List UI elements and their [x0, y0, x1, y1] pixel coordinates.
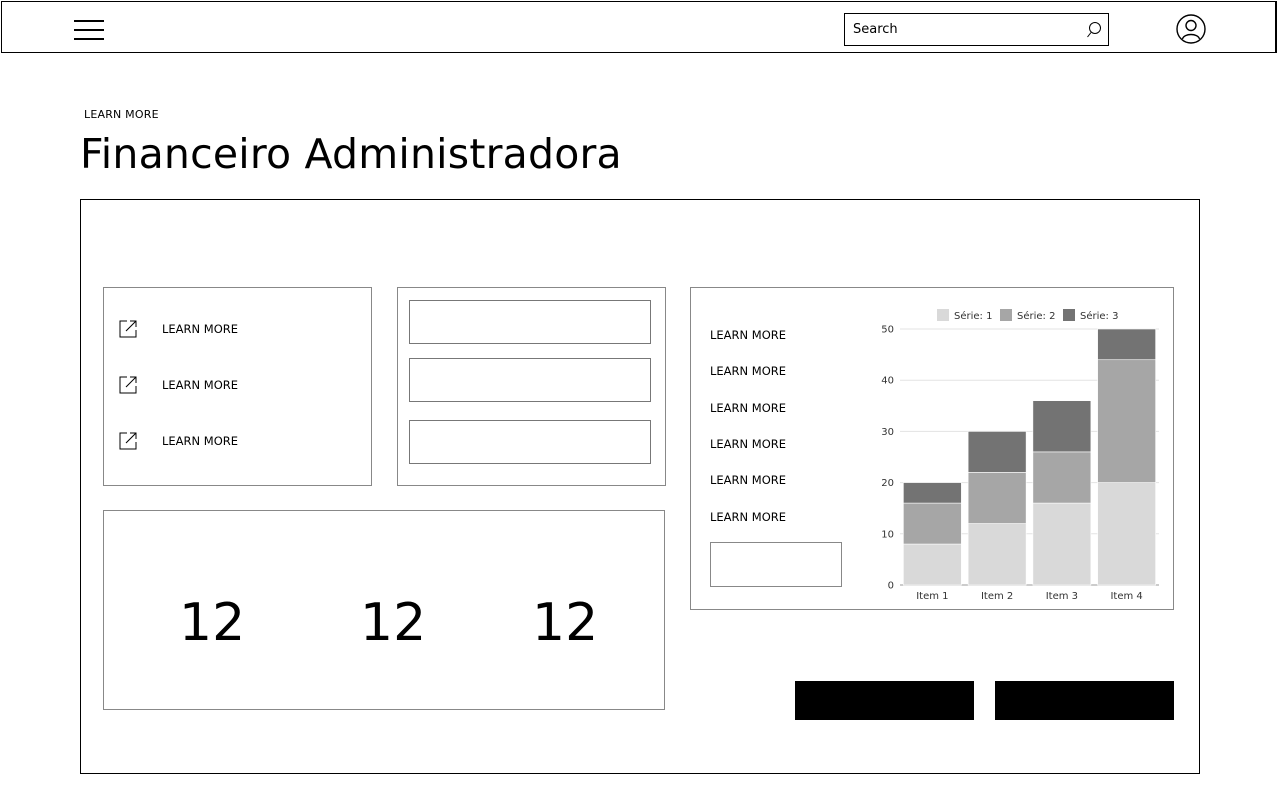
text-field[interactable] [409, 420, 651, 464]
search-box [844, 13, 1109, 46]
chart-bar [967, 472, 1027, 524]
chart-bar [1032, 451, 1092, 504]
chart-bar [903, 482, 962, 504]
page-title: Financeiro Administradora [80, 130, 622, 178]
stat-value: 12 [179, 593, 246, 653]
y-tick-label: 0 [888, 581, 894, 592]
link-label: LEARN MORE [162, 322, 239, 336]
eyebrow-label[interactable]: LEARN MORE [84, 108, 159, 121]
link-item[interactable]: LEARN MORE [118, 319, 238, 339]
primary-button[interactable] [795, 681, 974, 720]
legend-label: Série: 1 [954, 310, 992, 322]
y-tick-label: 30 [881, 427, 894, 438]
user-avatar-icon[interactable] [1176, 14, 1206, 44]
legend-swatch [937, 309, 949, 321]
chart-bar [1032, 400, 1092, 453]
chart-bar [1097, 359, 1156, 483]
inputs-card [397, 287, 666, 486]
text-field[interactable] [409, 300, 651, 344]
y-tick-label: 50 [881, 325, 894, 336]
link-item[interactable]: LEARN MORE [118, 431, 238, 451]
legend-swatch [1063, 309, 1075, 321]
search-icon[interactable] [1086, 21, 1102, 39]
chart-bar [967, 431, 1027, 473]
y-tick-label: 10 [881, 529, 894, 540]
external-link-icon [119, 376, 137, 394]
chart-bar [1032, 502, 1092, 586]
legend-swatch [1000, 309, 1012, 321]
y-tick-label: 20 [881, 478, 894, 489]
x-tick-label: Item 4 [1110, 591, 1142, 602]
x-tick-label: Item 2 [981, 591, 1013, 602]
chart-bar [1097, 482, 1156, 586]
secondary-button[interactable] [995, 681, 1174, 720]
link-label: LEARN MORE [162, 378, 239, 392]
stat-value: 12 [532, 593, 599, 653]
external-link-icon [119, 432, 137, 450]
link-item[interactable]: LEARN MORE [118, 375, 238, 395]
legend-label: Série: 2 [1017, 310, 1055, 322]
legend-label: Série: 3 [1080, 310, 1118, 322]
chart-bar [967, 523, 1027, 586]
hamburger-menu-icon[interactable] [74, 19, 106, 41]
chart-bar [903, 543, 962, 586]
stat-value: 12 [360, 593, 427, 653]
chart-card: LEARN MORE LEARN MORE LEARN MORE LEARN M… [690, 287, 1174, 610]
links-card: LEARN MORE LEARN MORE LEARN MORE [103, 287, 372, 486]
x-tick-label: Item 3 [1046, 591, 1078, 602]
chart-bar [1097, 328, 1156, 361]
chart-bar [903, 502, 962, 545]
text-field[interactable] [409, 358, 651, 402]
stats-card: 12 12 12 [103, 510, 665, 710]
top-bar [1, 1, 1277, 53]
search-input[interactable] [845, 14, 1091, 45]
link-label: LEARN MORE [162, 434, 239, 448]
x-tick-label: Item 1 [916, 591, 948, 602]
external-link-icon [119, 320, 137, 338]
y-tick-label: 40 [881, 376, 894, 387]
stacked-bar-chart: 0 10 20 30 40 50 Item 1 Item 2 Item 3 Item 4 Série… [881, 309, 1159, 602]
